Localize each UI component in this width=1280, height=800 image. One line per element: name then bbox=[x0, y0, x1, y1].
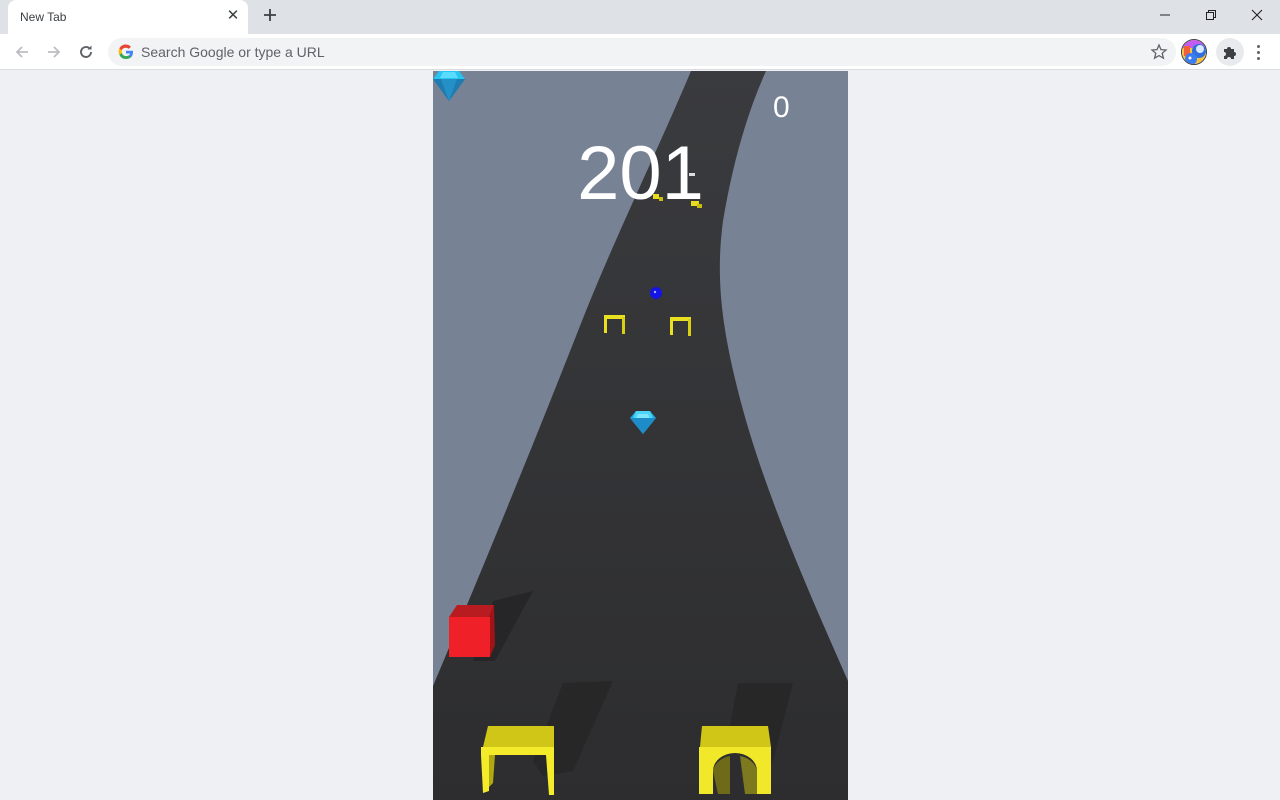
restore-icon bbox=[1206, 10, 1216, 20]
game-scene bbox=[433, 71, 848, 800]
diamond-icon bbox=[433, 71, 465, 101]
game-canvas[interactable]: 201 0 bbox=[433, 71, 848, 800]
red-cube-obstacle bbox=[449, 605, 495, 657]
arrow-left-icon bbox=[15, 46, 28, 58]
page-viewport: 201 0 bbox=[0, 71, 1280, 800]
extensions-button[interactable] bbox=[1216, 38, 1244, 66]
omnibox[interactable] bbox=[108, 38, 1176, 66]
plus-icon bbox=[264, 9, 276, 21]
omnibox-input[interactable] bbox=[141, 38, 1121, 66]
puzzle-icon bbox=[1224, 47, 1236, 59]
browser-toolbar bbox=[0, 34, 1280, 70]
minimize-button[interactable] bbox=[1142, 0, 1188, 30]
avatar-image bbox=[1182, 40, 1206, 64]
tab-strip: New Tab ✕ bbox=[0, 0, 1280, 34]
reload-icon bbox=[80, 45, 92, 58]
tab-title: New Tab bbox=[20, 10, 67, 24]
kebab-menu-icon[interactable] bbox=[1249, 40, 1267, 64]
gem-count: 0 bbox=[773, 91, 790, 124]
close-window-button[interactable] bbox=[1234, 0, 1280, 30]
restore-button[interactable] bbox=[1188, 0, 1234, 30]
forward-button[interactable] bbox=[40, 38, 68, 66]
star-icon[interactable] bbox=[1150, 43, 1168, 61]
arch-obstacle-near-right bbox=[699, 726, 771, 794]
new-tab-button[interactable] bbox=[259, 5, 281, 27]
tab-close-icon[interactable]: ✕ bbox=[224, 7, 242, 25]
tab-new-tab[interactable]: New Tab ✕ bbox=[8, 0, 248, 34]
close-icon bbox=[1251, 9, 1263, 21]
ball-highlight bbox=[653, 290, 657, 294]
player-ball bbox=[650, 287, 662, 299]
reload-button[interactable] bbox=[72, 38, 100, 66]
profile-avatar[interactable] bbox=[1181, 39, 1207, 65]
arrow-right-icon bbox=[48, 46, 61, 58]
google-icon bbox=[118, 44, 133, 60]
minimize-icon bbox=[1160, 14, 1170, 16]
back-button[interactable] bbox=[8, 38, 36, 66]
